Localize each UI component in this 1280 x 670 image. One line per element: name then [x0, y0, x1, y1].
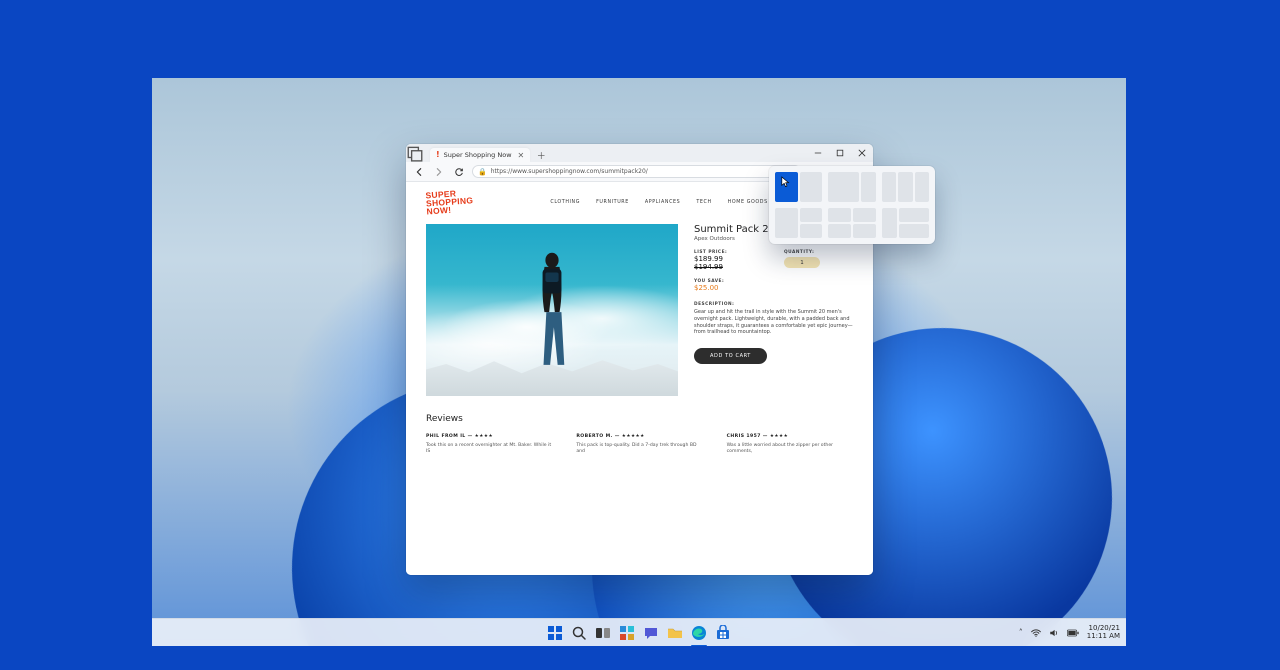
nav-link[interactable]: APPLIANCES	[645, 200, 680, 205]
review-item: ROBERTO M. — ★★★★★ This pack is top-qual…	[576, 434, 702, 455]
star-rating: ★★★★	[475, 434, 493, 439]
edge-button[interactable]	[691, 625, 707, 641]
snap-zone[interactable]	[800, 208, 823, 222]
nav-back-button[interactable]	[412, 165, 426, 179]
tab-favicon: !	[436, 151, 440, 159]
snap-layout-half-stack[interactable]	[775, 208, 822, 238]
snap-zone[interactable]	[828, 172, 858, 202]
snap-zone[interactable]	[899, 208, 929, 222]
quantity-label: QUANTITY:	[784, 250, 840, 255]
snap-zone[interactable]	[828, 224, 851, 238]
snap-layout-third-stack[interactable]	[882, 208, 929, 238]
snap-zone[interactable]	[882, 208, 897, 238]
snap-layout-three-cols[interactable]	[882, 172, 929, 202]
tab-title: Super Shopping Now	[444, 151, 512, 159]
snap-zone[interactable]	[898, 172, 912, 202]
snap-layouts-flyout	[769, 166, 935, 244]
site-logo[interactable]: SUPER SHOPPING NOW!	[425, 189, 469, 216]
snap-zone[interactable]	[861, 172, 876, 202]
folder-icon	[667, 625, 683, 641]
description-label: DESCRIPTION:	[694, 302, 853, 307]
taskbar-pinned-apps	[547, 625, 731, 641]
taskbar-clock[interactable]: 10/20/21 11:11 AM	[1087, 625, 1120, 640]
store-icon	[715, 625, 731, 641]
site-lock-icon: 🔒	[478, 168, 487, 176]
star-rating: ★★★★★	[622, 434, 645, 439]
quantity-stepper[interactable]: 1	[784, 257, 820, 268]
snap-zone[interactable]	[853, 208, 876, 222]
snap-zone[interactable]	[775, 208, 798, 238]
cursor-icon	[781, 176, 791, 188]
url-text: https://www.supershoppingnow.com/summitp…	[491, 168, 648, 175]
add-to-cart-button[interactable]: ADD TO CART	[694, 348, 767, 364]
snap-layout-two-thirds[interactable]	[828, 172, 875, 202]
desktop: ! Super Shopping Now ✕ ＋ 🔒 https://www.s…	[152, 78, 1126, 646]
snap-zone[interactable]	[853, 224, 876, 238]
price-original: $194.99	[694, 263, 750, 271]
window-close-button[interactable]	[851, 144, 873, 162]
wifi-icon[interactable]	[1031, 628, 1041, 638]
tab-close-button[interactable]: ✕	[518, 151, 525, 160]
you-save-value: $25.00	[694, 284, 750, 292]
taskbar-active-indicator	[691, 645, 707, 647]
nav-refresh-button[interactable]	[452, 165, 466, 179]
volume-icon[interactable]	[1049, 628, 1059, 638]
star-rating: ★★★★	[770, 434, 788, 439]
widgets-icon	[619, 625, 635, 641]
task-view-icon	[595, 625, 611, 641]
chat-button[interactable]	[643, 625, 659, 641]
nav-link[interactable]: HOME GOODS	[728, 200, 768, 205]
edge-icon	[691, 625, 707, 641]
address-bar[interactable]: 🔒 https://www.supershoppingnow.com/summi…	[472, 165, 801, 178]
review-item: CHRIS 1957 — ★★★★ Was a little worried a…	[727, 434, 853, 455]
new-tab-button[interactable]: ＋	[534, 148, 548, 162]
product-image	[426, 224, 678, 396]
nav-link[interactable]: TECH	[696, 200, 711, 205]
nav-link[interactable]: FURNITURE	[596, 200, 629, 205]
window-minimize-button[interactable]	[807, 144, 829, 162]
widgets-button[interactable]	[619, 625, 635, 641]
file-explorer-button[interactable]	[667, 625, 683, 641]
store-button[interactable]	[715, 625, 731, 641]
tab-actions-button[interactable]	[406, 144, 424, 162]
snap-zone[interactable]	[800, 172, 823, 202]
system-tray: ˄ 10/20/21 11:11 AM	[1019, 625, 1120, 640]
tray-chevron-icon[interactable]: ˄	[1019, 628, 1023, 637]
product-description: Gear up and hit the trail in style with …	[694, 309, 853, 336]
snap-layout-quad[interactable]	[828, 208, 875, 238]
browser-tab[interactable]: ! Super Shopping Now ✕	[430, 148, 530, 162]
snap-zone[interactable]	[915, 172, 929, 202]
tab-actions-icon	[406, 144, 424, 162]
nav-link[interactable]: CLOTHING	[550, 200, 580, 205]
browser-titlebar: ! Super Shopping Now ✕ ＋	[406, 144, 873, 162]
task-view-button[interactable]	[595, 625, 611, 641]
snap-zone[interactable]	[828, 208, 851, 222]
chat-icon	[643, 625, 659, 641]
start-button[interactable]	[547, 625, 563, 641]
battery-icon[interactable]	[1067, 629, 1079, 637]
product-image-figure	[523, 248, 581, 380]
price-current: $189.99	[694, 255, 750, 263]
nav-forward-button[interactable]	[432, 165, 446, 179]
snap-zone[interactable]	[882, 172, 896, 202]
snap-zone[interactable]	[899, 224, 929, 238]
window-maximize-button[interactable]	[829, 144, 851, 162]
taskbar: ˄ 10/20/21 11:11 AM	[152, 618, 1126, 646]
search-icon	[571, 625, 587, 641]
review-item: PHIL FROM IL — ★★★★ Took this on a recen…	[426, 434, 552, 455]
reviews-heading: Reviews	[426, 414, 853, 424]
snap-zone[interactable]	[800, 224, 823, 238]
search-button[interactable]	[571, 625, 587, 641]
